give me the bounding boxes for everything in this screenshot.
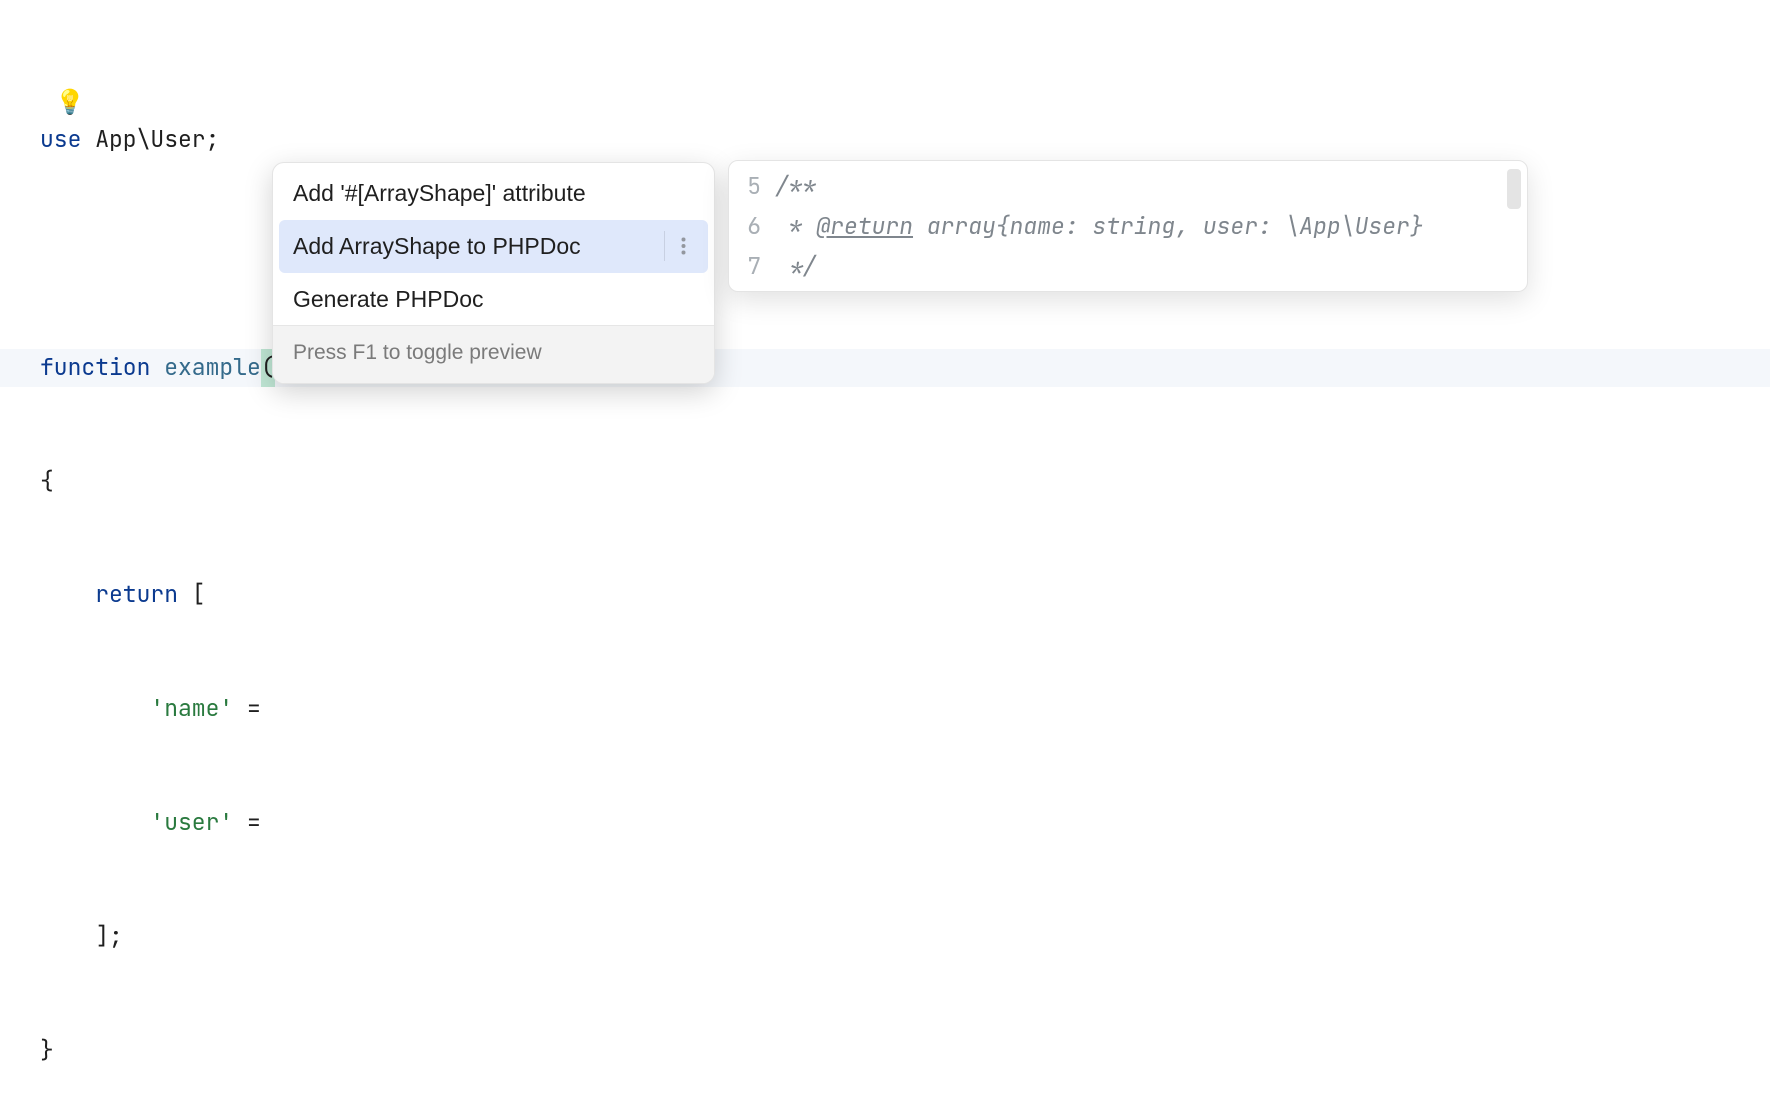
code-line: ]; [0, 918, 1770, 956]
code-line: function example(): array [0, 349, 1770, 387]
line-number: 6 [729, 208, 775, 246]
line-number: 7 [729, 248, 775, 286]
intention-popup: Add '#[ArrayShape]' attribute Add ArrayS… [272, 162, 715, 384]
intention-label: Generate PHPDoc [293, 281, 483, 318]
code-line: return [ [0, 576, 1770, 614]
popup-hint: Press F1 to toggle preview [273, 325, 714, 383]
namespace: App\User; [81, 124, 219, 154]
code-line: use App\User; [0, 121, 1770, 159]
array-key: 'name' [150, 693, 233, 723]
code-line: } [0, 1032, 1770, 1070]
intention-item-arrayshape-phpdoc[interactable]: Add ArrayShape to PHPDoc [279, 220, 708, 273]
intention-label: Add '#[ArrayShape]' attribute [293, 175, 586, 212]
keyword-use: use [40, 124, 81, 154]
function-name: example [150, 352, 260, 382]
keyword-return: return [95, 579, 178, 609]
preview-text: */ [775, 248, 816, 286]
line-number: 5 [729, 168, 775, 206]
array-key: 'user' [150, 807, 233, 837]
preview-text: * @return array{name: string, user: \App… [775, 208, 1424, 246]
preview-line: 5 /** [729, 167, 1527, 207]
code-line: { [0, 463, 1770, 501]
preview-panel: 5 /** 6 * @return array{name: string, us… [728, 160, 1528, 292]
scrollbar-thumb[interactable] [1507, 169, 1521, 209]
preview-line: 7 */ [729, 247, 1527, 287]
more-actions-icon[interactable] [664, 231, 702, 261]
preview-line: 6 * @return array{name: string, user: \A… [729, 207, 1527, 247]
intention-item-arrayshape-attr[interactable]: Add '#[ArrayShape]' attribute [273, 163, 714, 220]
lightbulb-icon[interactable]: 💡 [55, 83, 85, 123]
preview-text: /** [775, 168, 816, 206]
code-line: 'user' = [0, 804, 1770, 842]
phpdoc-tag: @return [816, 211, 913, 241]
keyword-function: function [40, 352, 150, 382]
intention-item-generate-phpdoc[interactable]: Generate PHPDoc [273, 273, 714, 326]
intention-label: Add ArrayShape to PHPDoc [293, 228, 581, 265]
code-line: 'name' = [0, 690, 1770, 728]
